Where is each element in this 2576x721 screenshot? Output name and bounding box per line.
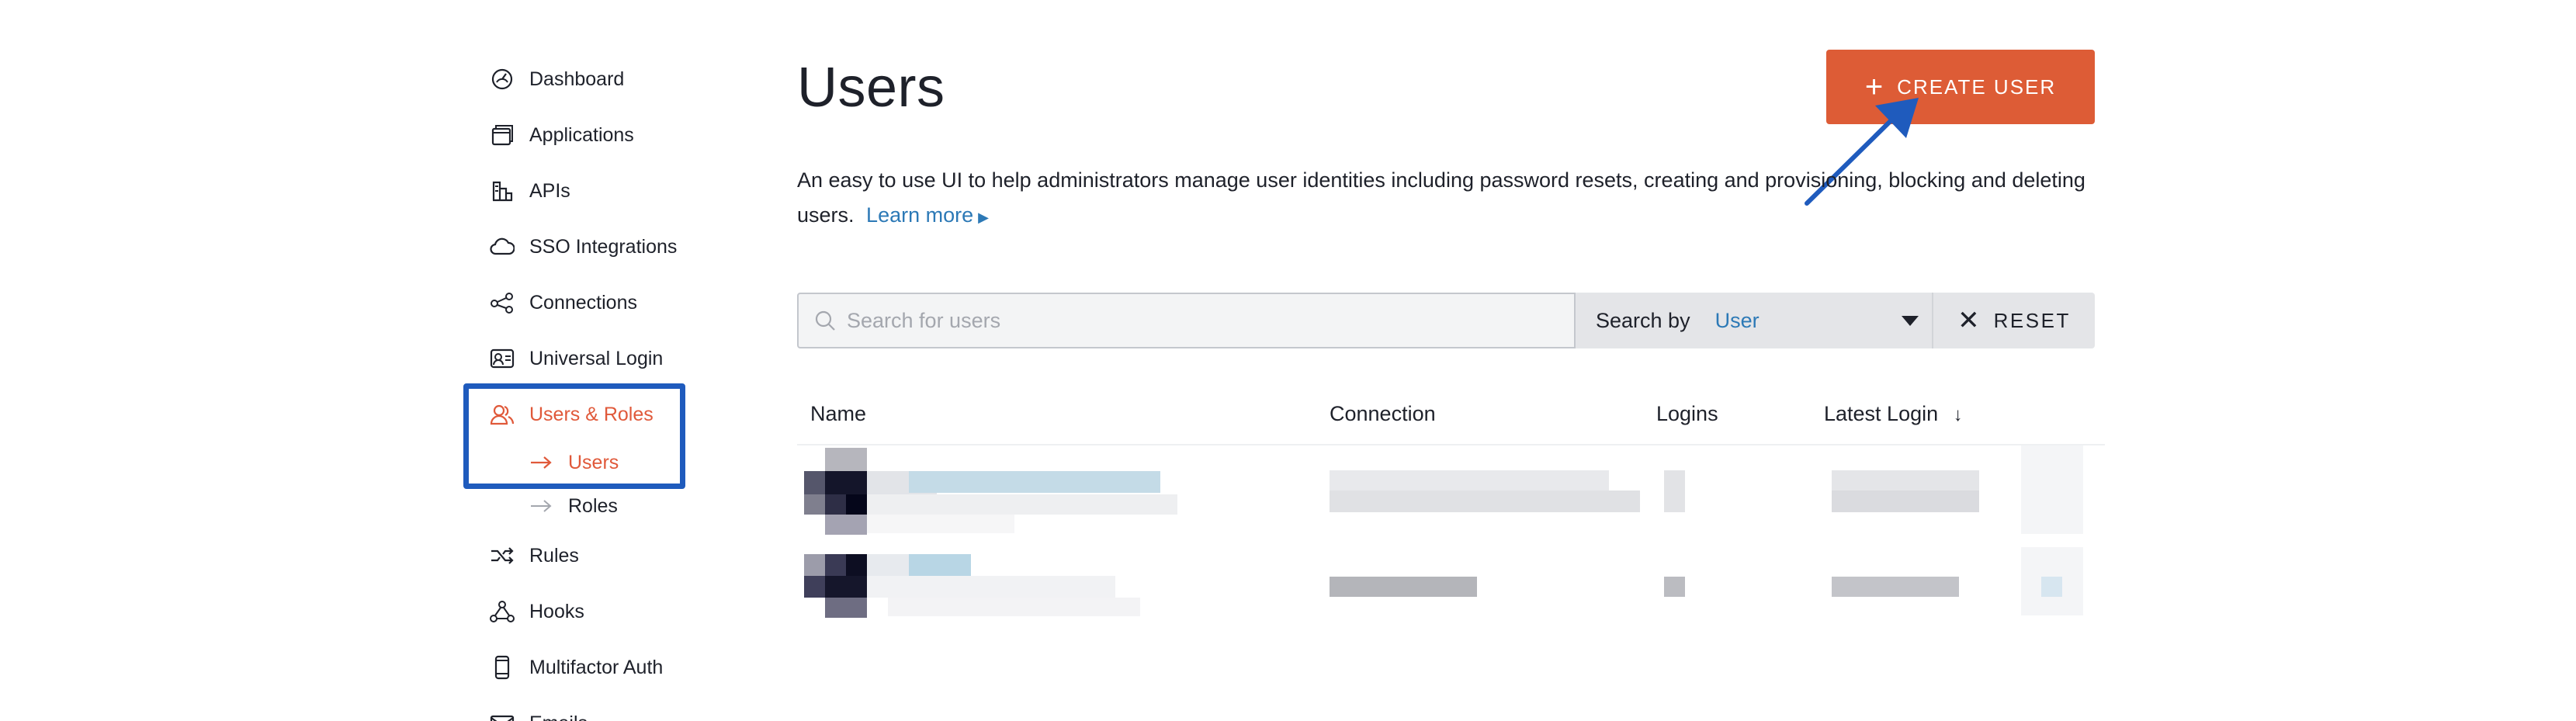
sidebar-item-label: Applications xyxy=(529,123,634,146)
caret-right-icon: ▶ xyxy=(978,210,989,225)
arrow-right-icon xyxy=(529,494,556,518)
row-actions-button[interactable] xyxy=(2021,445,2083,534)
table-row[interactable] xyxy=(797,547,2105,620)
sidebar-subitem-roles[interactable]: Roles xyxy=(529,490,618,522)
chevron-down-icon[interactable] xyxy=(1901,315,1919,326)
column-header-logins[interactable]: Logins xyxy=(1656,402,1718,426)
shuffle-icon xyxy=(489,542,515,569)
search-field[interactable] xyxy=(797,293,1576,348)
column-header-label: Latest Login xyxy=(1824,402,1939,425)
redacted-latest-login xyxy=(1832,577,1959,597)
sidebar-item-multifactor-auth[interactable]: Multifactor Auth xyxy=(489,650,706,685)
search-by-select[interactable]: Search by User xyxy=(1576,293,1933,348)
cloud-icon xyxy=(489,234,515,260)
redacted-connection xyxy=(1330,577,1477,597)
annotation-highlight-box xyxy=(463,383,685,489)
search-icon xyxy=(815,310,835,331)
phone-icon xyxy=(489,654,515,681)
search-by-label: Search by xyxy=(1596,308,1690,332)
sidebar-item-sso-integrations[interactable]: SSO Integrations xyxy=(489,230,706,264)
learn-more-link[interactable]: Learn more xyxy=(866,203,973,227)
sidebar-item-dashboard[interactable]: Dashboard xyxy=(489,62,706,96)
applications-icon xyxy=(489,122,515,148)
sidebar-item-label: Hooks xyxy=(529,600,584,622)
close-icon: ✕ xyxy=(1957,306,1980,335)
sidebar-item-label: Connections xyxy=(529,291,637,314)
sidebar-item-label: Universal Login xyxy=(529,347,664,369)
search-bar: Search by User ✕ RESET xyxy=(797,293,2095,348)
table-row[interactable] xyxy=(797,445,2105,537)
sidebar-item-label: APIs xyxy=(529,179,570,202)
search-by-value: User xyxy=(1714,308,1760,332)
sidebar-item-applications[interactable]: Applications xyxy=(489,118,706,152)
connections-icon xyxy=(489,289,515,316)
column-header-latest-login[interactable]: Latest Login ↓ xyxy=(1824,402,1963,426)
apis-icon xyxy=(489,178,515,204)
page-description: An easy to use UI to help administrators… xyxy=(797,163,2117,235)
sidebar-item-label: Rules xyxy=(529,544,579,567)
reset-button[interactable]: ✕ RESET xyxy=(1933,293,2095,348)
sidebar-item-label: Dashboard xyxy=(529,68,625,90)
reset-label: RESET xyxy=(1993,308,2071,332)
sidebar-item-apis[interactable]: APIs xyxy=(489,174,706,208)
search-input[interactable] xyxy=(847,308,1545,333)
redacted-logins xyxy=(1664,577,1685,597)
hooks-icon xyxy=(489,598,515,625)
sidebar-subitem-label: Roles xyxy=(568,494,618,517)
column-header-connection[interactable]: Connection xyxy=(1330,402,1436,426)
sidebar-item-label: Multifactor Auth xyxy=(529,656,664,678)
column-header-name[interactable]: Name xyxy=(810,402,866,426)
sidebar-item-emails[interactable]: Emails xyxy=(489,706,706,721)
page-title: Users xyxy=(797,57,945,119)
sidebar-item-universal-login[interactable]: Universal Login xyxy=(489,341,706,376)
sidebar-item-label: SSO Integrations xyxy=(529,235,678,258)
redacted-action-icon xyxy=(2041,577,2062,597)
mail-icon xyxy=(489,710,515,721)
description-text: An easy to use UI to help administrators… xyxy=(797,168,2085,227)
sort-arrow-icon: ↓ xyxy=(1953,404,1963,425)
sidebar-item-rules[interactable]: Rules xyxy=(489,539,706,573)
sidebar-item-connections[interactable]: Connections xyxy=(489,286,706,320)
dashboard-icon xyxy=(489,66,515,92)
sidebar-item-label: Emails xyxy=(529,712,588,721)
redacted-logins xyxy=(1664,470,1685,512)
universal-login-icon xyxy=(489,345,515,372)
sidebar-item-hooks[interactable]: Hooks xyxy=(489,594,706,629)
